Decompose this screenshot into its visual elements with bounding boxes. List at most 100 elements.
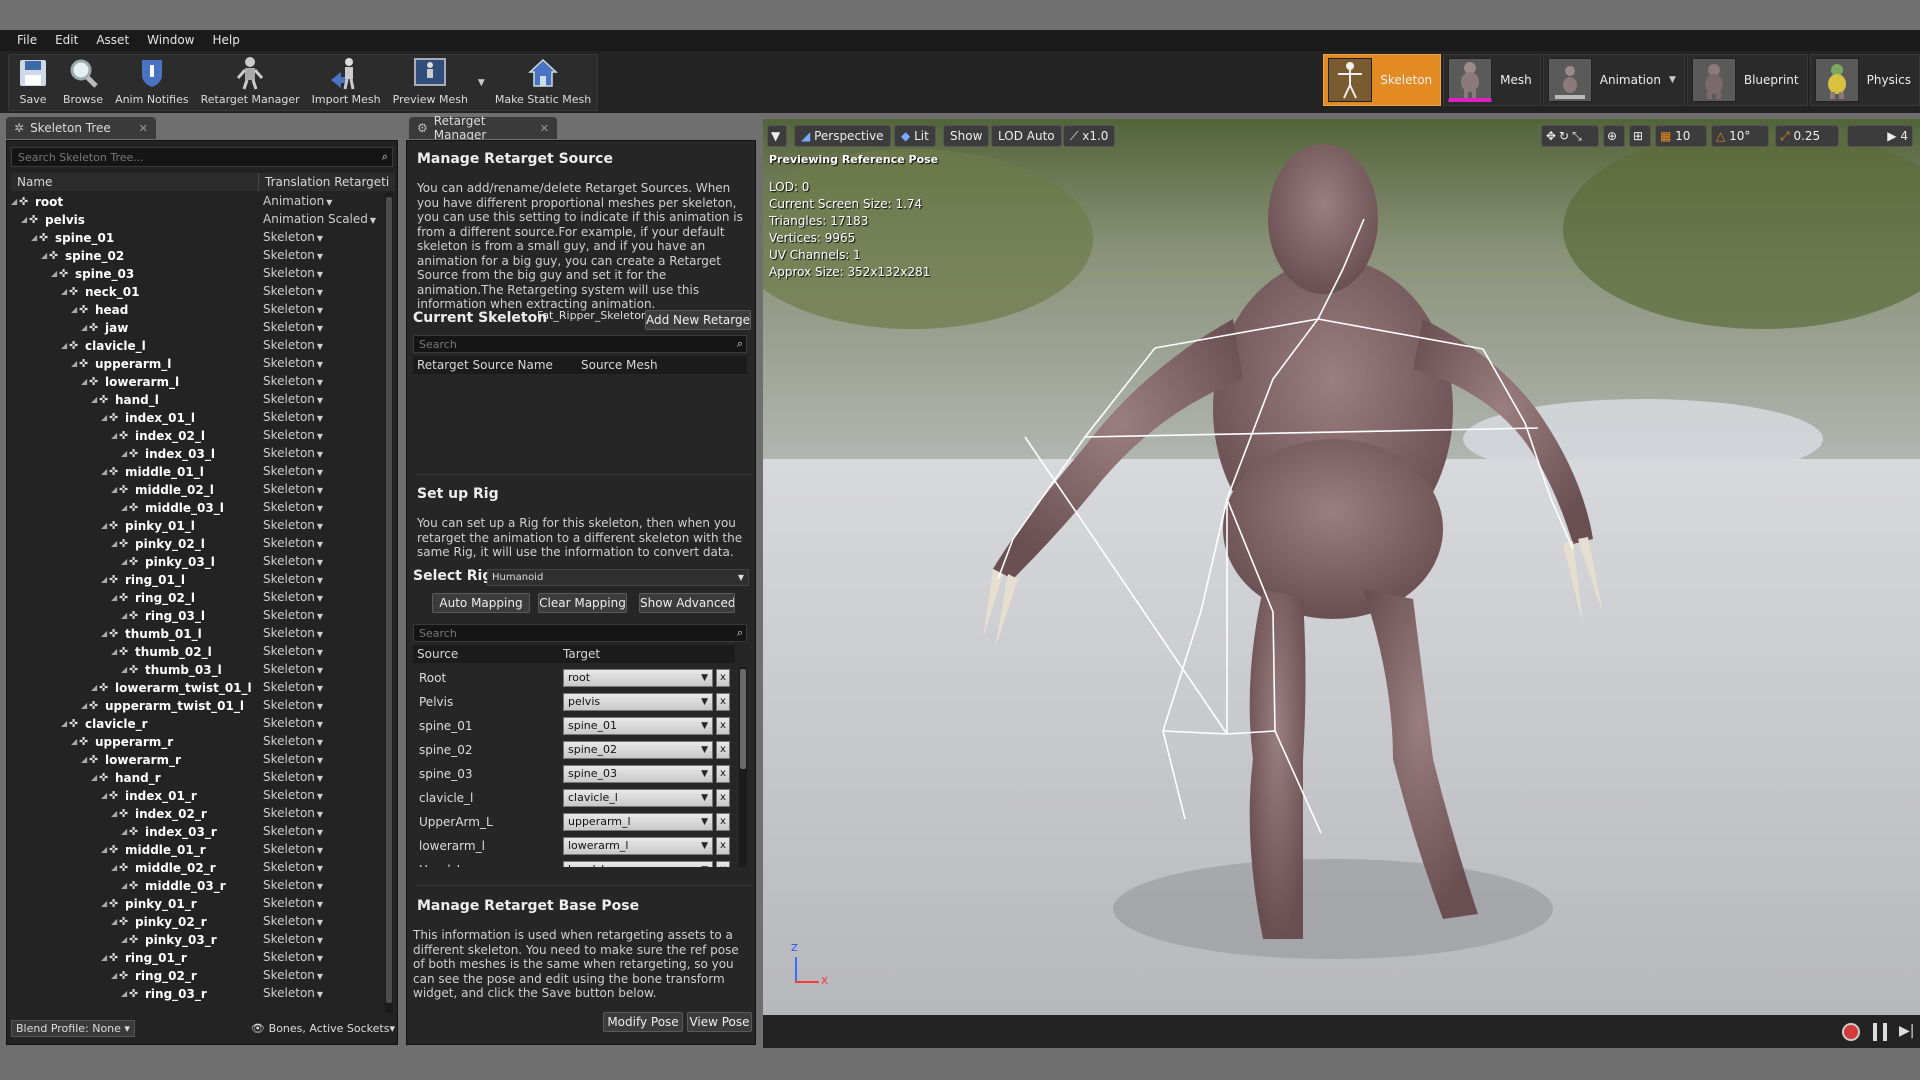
translation-retargeting-dropdown[interactable]: Skeleton ▼ <box>263 462 323 482</box>
translation-retargeting-dropdown[interactable]: Skeleton ▼ <box>263 912 323 932</box>
tree-row[interactable]: ◢ ✜ pinky_03_l Skeleton ▼ <box>11 553 381 571</box>
translation-retargeting-dropdown[interactable]: Animation Scaled ▼ <box>263 210 376 230</box>
tree-row[interactable]: ◢ ✜ pinky_02_l Skeleton ▼ <box>11 535 381 553</box>
translation-retargeting-dropdown[interactable]: Skeleton ▼ <box>263 516 323 536</box>
expander-icon[interactable]: ◢ <box>121 499 127 517</box>
expander-icon[interactable]: ◢ <box>101 949 107 967</box>
expander-icon[interactable]: ◢ <box>121 661 127 679</box>
clear-target-button[interactable]: x <box>716 813 730 831</box>
preview-mesh-button[interactable]: Preview Mesh <box>387 55 474 110</box>
expander-icon[interactable]: ◢ <box>121 607 127 625</box>
expander-icon[interactable]: ◢ <box>111 589 117 607</box>
transform-tools-group[interactable]: ✥↻⤡ <box>1541 125 1599 147</box>
tree-row[interactable]: ◢ ✜ pinky_01_l Skeleton ▼ <box>11 517 381 535</box>
menu-help[interactable]: Help <box>203 30 248 51</box>
expander-icon[interactable]: ◢ <box>121 823 127 841</box>
translation-retargeting-dropdown[interactable]: Skeleton ▼ <box>263 786 323 806</box>
translation-retargeting-dropdown[interactable]: Skeleton ▼ <box>263 498 323 518</box>
retarget-manager-button[interactable]: Retarget Manager <box>195 55 306 110</box>
translation-retargeting-dropdown[interactable]: Skeleton ▼ <box>263 696 323 716</box>
mode-physics[interactable]: Physics <box>1809 54 1920 106</box>
translation-retargeting-dropdown[interactable]: Skeleton ▼ <box>263 624 323 644</box>
tree-row[interactable]: ◢ ✜ ring_03_l Skeleton ▼ <box>11 607 381 625</box>
mapping-target-dropdown[interactable]: pelvis ▼ <box>563 693 713 711</box>
tree-row[interactable]: ◢ ✜ index_01_l Skeleton ▼ <box>11 409 381 427</box>
viewport-options-button[interactable]: ▼ <box>767 125 787 147</box>
lit-button[interactable]: ◆ Lit <box>894 125 936 147</box>
clear-target-button[interactable]: x <box>716 837 730 855</box>
expander-icon[interactable]: ◢ <box>111 535 117 553</box>
tree-row[interactable]: ◢ ✜ thumb_02_l Skeleton ▼ <box>11 643 381 661</box>
expander-icon[interactable]: ◢ <box>101 409 107 427</box>
tree-row[interactable]: ◢ ✜ middle_01_l Skeleton ▼ <box>11 463 381 481</box>
tree-row[interactable]: ◢ ✜ lowerarm_r Skeleton ▼ <box>11 751 381 769</box>
tree-row[interactable]: ◢ ✜ ring_01_r Skeleton ▼ <box>11 949 381 967</box>
grid-snap-button[interactable]: ▦ 10 <box>1655 125 1707 147</box>
translation-retargeting-dropdown[interactable]: Skeleton ▼ <box>263 534 323 554</box>
expander-icon[interactable]: ◢ <box>121 877 127 895</box>
translation-retargeting-dropdown[interactable]: Skeleton ▼ <box>263 426 323 446</box>
clear-target-button[interactable]: x <box>716 669 730 687</box>
add-new-retarget-button[interactable]: Add New Retarget <box>645 310 751 330</box>
expander-icon[interactable]: ◢ <box>111 967 117 985</box>
tree-row[interactable]: ◢ ✜ upperarm_l Skeleton ▼ <box>11 355 381 373</box>
expander-icon[interactable]: ◢ <box>121 985 127 1003</box>
skeleton-tree-scrollbar[interactable] <box>385 193 393 1013</box>
tree-row[interactable]: ◢ ✜ upperarm_twist_01_l Skeleton ▼ <box>11 697 381 715</box>
tree-row[interactable]: ◢ ✜ index_02_r Skeleton ▼ <box>11 805 381 823</box>
tree-row[interactable]: ◢ ✜ index_02_l Skeleton ▼ <box>11 427 381 445</box>
show-advanced-button[interactable]: Show Advanced <box>639 593 735 613</box>
tree-row[interactable]: ◢ ✜ middle_03_l Skeleton ▼ <box>11 499 381 517</box>
expander-icon[interactable]: ◢ <box>111 859 117 877</box>
tree-row[interactable]: ◢ ✜ thumb_03_l Skeleton ▼ <box>11 661 381 679</box>
translation-retargeting-dropdown[interactable]: Skeleton ▼ <box>263 984 323 1004</box>
expander-icon[interactable]: ◢ <box>61 715 67 733</box>
tree-row[interactable]: ◢ ✜ pinky_03_r Skeleton ▼ <box>11 931 381 949</box>
translation-retargeting-dropdown[interactable]: Skeleton ▼ <box>263 768 323 788</box>
tree-row[interactable]: ◢ ✜ ring_03_r Skeleton ▼ <box>11 985 381 1003</box>
column-name[interactable]: Name <box>11 173 259 191</box>
expander-icon[interactable]: ◢ <box>61 283 67 301</box>
tree-row[interactable]: ◢ ✜ thumb_01_l Skeleton ▼ <box>11 625 381 643</box>
expander-icon[interactable]: ◢ <box>71 733 77 751</box>
translation-retargeting-dropdown[interactable]: Skeleton ▼ <box>263 606 323 626</box>
expander-icon[interactable]: ◢ <box>111 643 117 661</box>
mode-mesh[interactable]: Mesh <box>1443 54 1541 106</box>
expander-icon[interactable]: ◢ <box>41 247 47 265</box>
translation-retargeting-dropdown[interactable]: Skeleton ▼ <box>263 390 323 410</box>
translation-retargeting-dropdown[interactable]: Skeleton ▼ <box>263 300 323 320</box>
expander-icon[interactable]: ◢ <box>101 625 107 643</box>
translation-retargeting-dropdown[interactable]: Skeleton ▼ <box>263 336 323 356</box>
translation-retargeting-dropdown[interactable]: Skeleton ▼ <box>263 930 323 950</box>
translation-retargeting-dropdown[interactable]: Skeleton ▼ <box>263 318 323 338</box>
expander-icon[interactable]: ◢ <box>121 445 127 463</box>
translation-retargeting-dropdown[interactable]: Skeleton ▼ <box>263 876 323 896</box>
translation-retargeting-dropdown[interactable]: Skeleton ▼ <box>263 858 323 878</box>
translation-retargeting-dropdown[interactable]: Skeleton ▼ <box>263 642 323 662</box>
column-retarget-source-name[interactable]: Retarget Source Name <box>413 356 581 374</box>
scale-snap-button[interactable]: ⤢ 0.25 <box>1775 125 1839 147</box>
expander-icon[interactable]: ◢ <box>101 571 107 589</box>
playback-speed-button[interactable]: ⟋ x1.0 <box>1063 125 1116 147</box>
mapping-target-dropdown[interactable]: clavicle_l ▼ <box>563 789 713 807</box>
clear-target-button[interactable]: x <box>716 861 730 867</box>
retarget-source-search[interactable]: Search ⌕ <box>413 335 747 353</box>
save-button[interactable]: Save <box>9 55 57 110</box>
scroll-thumb[interactable] <box>386 197 392 1003</box>
expander-icon[interactable]: ◢ <box>51 265 57 283</box>
tab-skeleton-tree[interactable]: ✲ Skeleton Tree ✕ <box>6 117 156 139</box>
rotation-snap-button[interactable]: △ 10° <box>1711 125 1769 147</box>
translation-retargeting-dropdown[interactable]: Skeleton ▼ <box>263 966 323 986</box>
translation-retargeting-dropdown[interactable]: Skeleton ▼ <box>263 840 323 860</box>
tree-row[interactable]: ◢ ✜ root Animation ▼ <box>11 193 381 211</box>
column-target[interactable]: Target <box>563 645 600 663</box>
expander-icon[interactable]: ◢ <box>31 229 37 247</box>
view-pose-button[interactable]: View Pose <box>687 1012 752 1032</box>
pause-button[interactable] <box>1873 1023 1887 1041</box>
expander-icon[interactable]: ◢ <box>121 931 127 949</box>
menu-asset[interactable]: Asset <box>87 30 138 51</box>
skeleton-search-input[interactable]: Search Skeleton Tree... ⌕ <box>11 147 393 167</box>
preview-viewport[interactable]: ▼ ◢ Perspective ◆ Lit Show LOD Auto ⟋ x1… <box>763 119 1920 1015</box>
camera-speed-button[interactable]: ▶ 4 <box>1847 125 1913 147</box>
mode-blueprint[interactable]: Blueprint <box>1686 54 1808 106</box>
